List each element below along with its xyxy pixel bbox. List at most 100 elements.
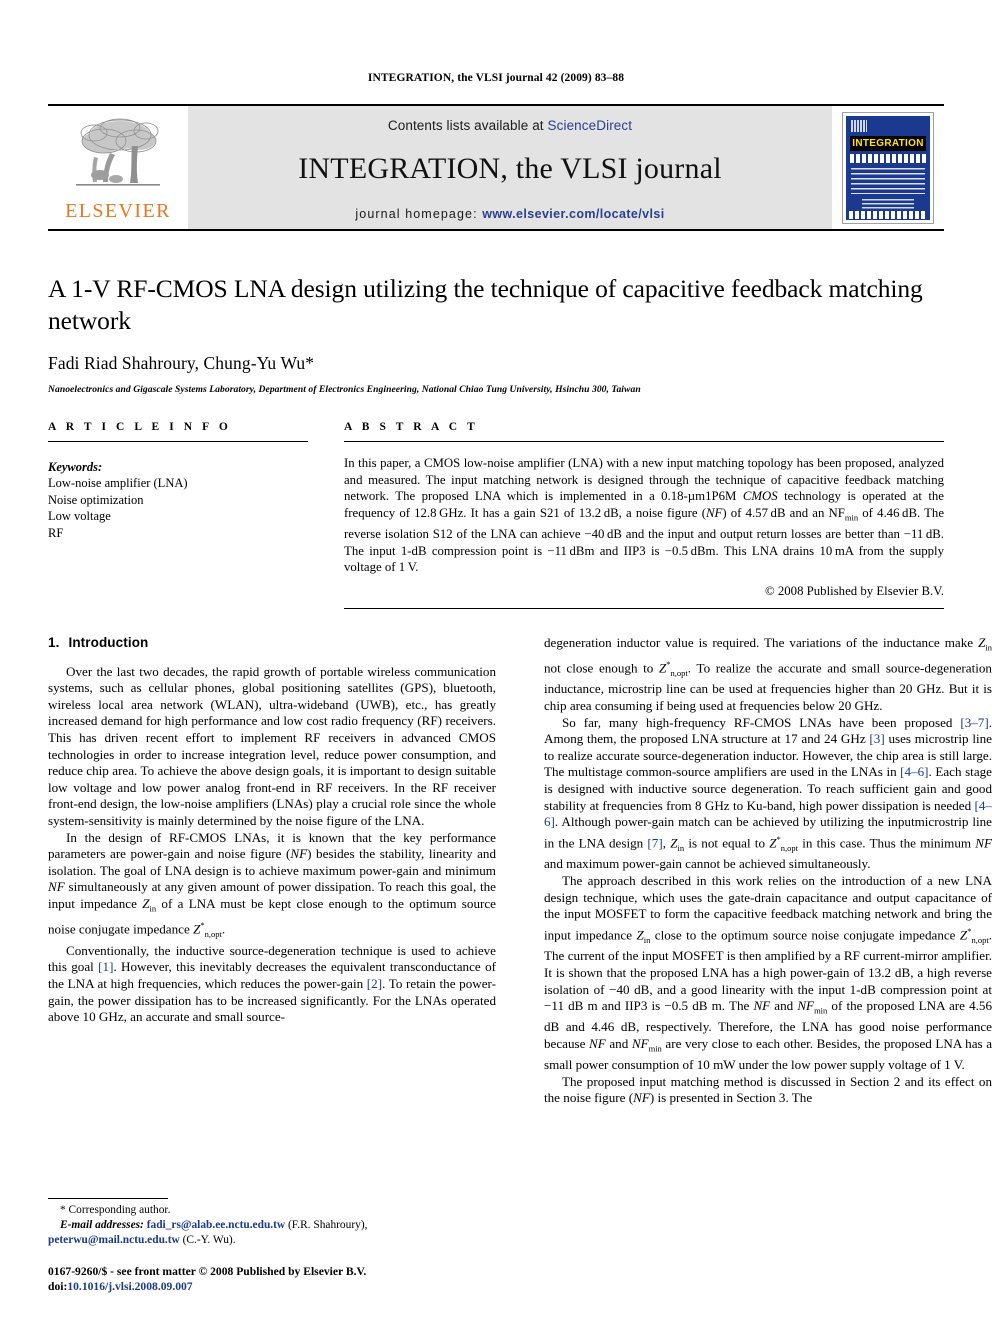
imprint-block: 0167-9260/$ - see front matter © 2008 Pu… <box>48 1265 496 1295</box>
page-title: A 1-V RF-CMOS LNA design utilizing the t… <box>48 274 923 335</box>
cover-image: INTEGRATION <box>842 111 934 224</box>
text-run: NF <box>290 846 308 862</box>
text-run: min <box>648 1043 662 1054</box>
text-run: . <box>221 921 226 937</box>
text-run: and <box>770 998 798 1014</box>
abstract-copyright: © 2008 Published by Elsevier B.V. <box>764 583 944 598</box>
text-run: NF <box>633 1090 650 1106</box>
doi-label: doi: <box>48 1279 68 1293</box>
paragraph: The proposed input matching method is di… <box>544 1074 992 1107</box>
text-run: NF <box>797 998 815 1014</box>
citation-link[interactable]: [2] <box>367 976 382 991</box>
text-run: NF <box>48 879 65 895</box>
citation-link[interactable]: [7] <box>647 835 662 850</box>
abstract-heading: A B S T R A C T <box>344 421 479 433</box>
corresponding-author-note: * Corresponding author. <box>60 1204 171 1217</box>
text-run: in <box>985 642 992 653</box>
text-run: ) is presented in Section 3. The <box>649 1090 813 1106</box>
article-info-column: A R T I C L E I N F O Keywords: Low-nois… <box>48 421 308 609</box>
info-abstract-section: A R T I C L E I N F O Keywords: Low-nois… <box>48 421 944 609</box>
text-run: Z <box>670 835 678 851</box>
text-run: NF <box>589 1035 606 1051</box>
email-addresses-note: E-mail addresses: fadi_rs@alab.ee.nctu.e… <box>48 1218 496 1247</box>
paragraph: The approach described in this work reli… <box>544 873 992 1074</box>
cover-contents-lines <box>851 167 925 194</box>
paragraph: Conventionally, the inductive source-deg… <box>48 943 496 1026</box>
author-list: Fadi Riad Shahroury, Chung-Yu Wu* <box>48 353 315 373</box>
affiliation: Nanoelectronics and Gigascale Systems La… <box>48 384 641 395</box>
citation-link[interactable]: [3–7] <box>960 715 988 730</box>
citation-link[interactable]: [4–6] <box>900 764 928 779</box>
text-run: not close enough to <box>544 660 659 676</box>
text-run: n,opt <box>780 842 798 853</box>
text-run: NF <box>631 1035 649 1051</box>
paragraph: Over the last two decades, the rapid gro… <box>48 663 496 829</box>
text-run: is not equal to <box>684 835 770 851</box>
contents-prefix: Contents lists available at <box>387 118 548 133</box>
doi-link[interactable]: 10.1016/j.vlsi.2008.09.007 <box>67 1280 192 1293</box>
text-run: close to the optimum source noise conjug… <box>650 927 960 943</box>
paragraph: So far, many high-frequency RF-CMOS LNAs… <box>544 715 992 873</box>
cover-banner-title: INTEGRATION <box>850 135 926 151</box>
citation-link[interactable]: [3] <box>869 731 884 746</box>
cover-footer-lines <box>862 198 914 209</box>
journal-homepage-link[interactable]: www.elsevier.com/locate/vlsi <box>482 207 664 221</box>
cover-publisher-logo-icon <box>851 119 867 132</box>
text-run: Z <box>636 927 644 943</box>
email-link[interactable]: fadi_rs@alab.ee.nctu.edu.tw <box>147 1219 285 1231</box>
cover-volume-bar <box>850 153 926 163</box>
keyword-item: Noise optimization <box>48 492 144 507</box>
article-page: INTEGRATION, the VLSI journal 42 (2009) … <box>0 0 992 1323</box>
abstract-rule-top <box>344 441 944 442</box>
abstract-text: In this paper, a CMOS low-noise amplifie… <box>344 456 945 575</box>
email-owner: (F.R. Shahroury), <box>285 1218 368 1231</box>
text-run: in this case. Thus the minimum <box>798 835 976 851</box>
journal-cover-thumbnail: INTEGRATION <box>832 106 944 229</box>
text-run: NF <box>753 998 771 1014</box>
text-run: Z <box>142 896 150 912</box>
cover-inner: INTEGRATION <box>846 115 930 220</box>
journal-masthead: ELSEVIER Contents lists available at Sci… <box>48 104 944 231</box>
keyword-item: RF <box>48 525 64 540</box>
email-label: E-mail addresses: <box>60 1218 144 1231</box>
contents-available-line: Contents lists available at ScienceDirec… <box>388 118 632 133</box>
running-head: INTEGRATION, the VLSI journal 42 (2009) … <box>367 72 625 84</box>
citation-link[interactable]: [1] <box>98 959 113 974</box>
abstract-rule-bottom <box>344 607 944 609</box>
keywords-label: Keywords: <box>48 460 103 474</box>
text-run: and maximum power-gain cannot be achieve… <box>544 856 871 872</box>
footnote-zone: * Corresponding author. E-mail addresses… <box>48 1198 496 1294</box>
section-title: Introduction <box>68 634 149 650</box>
footnote-rule <box>48 1198 168 1200</box>
paragraph: degeneration inductor value is required.… <box>544 635 992 715</box>
text-run: min <box>814 1005 828 1016</box>
keyword-item: Low-noise amplifier (LNA) <box>48 476 188 490</box>
email-owner: (C.-Y. Wu). <box>179 1233 236 1246</box>
elsevier-logo: ELSEVIER <box>48 106 188 229</box>
keyword-item: Low voltage <box>48 509 111 523</box>
text-run: and <box>605 1035 632 1051</box>
text-run: n,opt <box>670 667 688 678</box>
body-column-left: 1. Introduction Over the last two decades… <box>48 635 496 1295</box>
body-column-right: degeneration inductor value is required.… <box>544 635 992 1295</box>
journal-title: INTEGRATION, the VLSI journal <box>298 152 722 185</box>
text-run: n,opt <box>204 929 222 940</box>
masthead-center: Contents lists available at ScienceDirec… <box>188 106 832 229</box>
abstract-column: A B S T R A C T In this paper, a CMOS lo… <box>344 421 944 609</box>
section-number: 1. <box>48 634 60 650</box>
cover-bottom-bar <box>849 210 927 219</box>
sciencedirect-link[interactable]: ScienceDirect <box>548 118 633 133</box>
elsevier-wordmark: ELSEVIER <box>65 199 171 222</box>
text-run: Z <box>769 835 777 851</box>
text-run: So far, many high-frequency RF-CMOS LNAs… <box>562 714 961 730</box>
imprint-line: 0167-9260/$ - see front matter © 2008 Pu… <box>48 1265 367 1279</box>
body-columns: 1. Introduction Over the last two decades… <box>48 635 992 1295</box>
article-info-rule <box>48 441 308 442</box>
email-link[interactable]: peterwu@mail.nctu.edu.tw <box>48 1234 180 1246</box>
section-heading-introduction: 1. Introduction <box>48 635 496 650</box>
paragraph: In the design of RF-CMOS LNAs, it is kno… <box>48 830 496 943</box>
journal-homepage-line: journal homepage: www.elsevier.com/locat… <box>355 207 664 221</box>
elsevier-tree-icon <box>65 113 171 199</box>
text-run: degeneration inductor value is required.… <box>544 634 979 650</box>
text-run: n,opt <box>971 934 989 945</box>
